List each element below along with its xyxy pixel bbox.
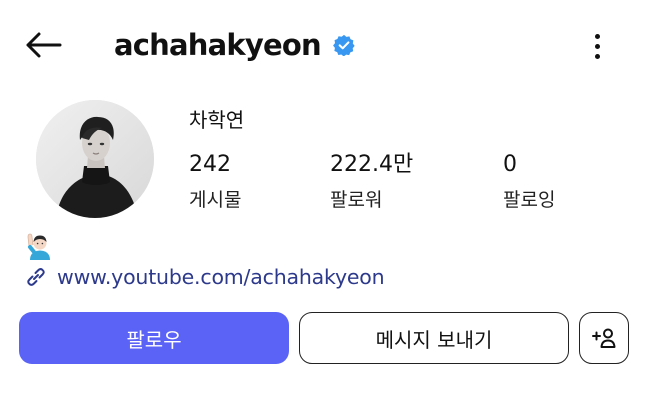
back-arrow-icon <box>26 32 62 58</box>
top-bar: achahakyeon <box>0 0 648 90</box>
posts-label: 게시물 <box>189 189 242 211</box>
posts-count: 242 <box>189 152 231 177</box>
message-button[interactable]: 메시지 보내기 <box>299 312 569 364</box>
follow-button[interactable]: 팔로우 <box>19 312 289 364</box>
verified-badge-icon <box>332 34 355 56</box>
followers-label: 팔로워 <box>330 189 383 211</box>
suggest-users-button[interactable] <box>579 312 629 364</box>
back-button[interactable] <box>22 26 64 64</box>
link-icon <box>24 265 48 289</box>
followers-count: 222.4만 <box>330 152 414 177</box>
profile-link[interactable]: www.youtube.com/achahakyeon <box>24 262 385 292</box>
following-label: 팔로잉 <box>503 189 556 211</box>
add-person-icon <box>592 328 616 348</box>
posts-stat[interactable]: 242 게시물 <box>189 150 241 212</box>
following-count: 0 <box>503 152 517 177</box>
full-name: 차학연 <box>189 108 245 132</box>
username: achahakyeon <box>114 28 322 62</box>
link-text: www.youtube.com/achahakyeon <box>57 265 385 289</box>
followers-stat[interactable]: 222.4만 팔로워 <box>330 150 413 212</box>
username-header: achahakyeon <box>114 24 355 66</box>
more-options-icon[interactable] <box>582 28 612 64</box>
bio-emoji-icon <box>26 232 52 260</box>
following-stat[interactable]: 0 팔로잉 <box>503 150 555 212</box>
avatar[interactable] <box>36 100 154 218</box>
